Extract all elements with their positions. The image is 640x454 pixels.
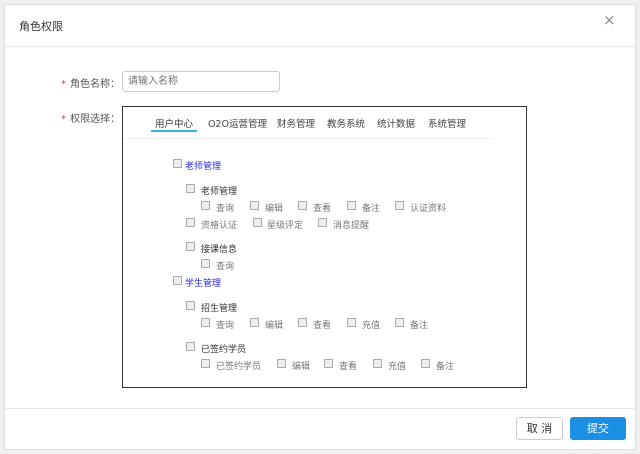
tab-user-center[interactable]: 用户中心 [151,116,198,132]
required-mark: * [61,79,66,90]
checkbox-perm[interactable] [347,318,356,327]
checkbox-perm[interactable] [373,359,382,368]
checkbox-perm[interactable] [201,259,210,268]
checkbox-group-student[interactable] [173,276,182,285]
checkbox-perm[interactable] [250,201,259,210]
submit-button[interactable]: 提交 [570,417,626,440]
close-icon[interactable]: × [603,11,616,29]
perm-label: 已签约学员 [216,362,262,372]
perm-label: 资格认证 [201,221,238,231]
checkbox-perm[interactable] [253,218,262,227]
checkbox-sub-enrollment[interactable] [186,301,195,310]
checkbox-group-teacher[interactable] [173,159,182,168]
checkbox-perm[interactable] [324,359,333,368]
header-divider [5,46,635,47]
checkbox-perm[interactable] [201,359,210,368]
checkbox-perm[interactable] [186,218,195,227]
cancel-button[interactable]: 取 消 [516,417,563,440]
checkbox-perm[interactable] [250,318,259,327]
permission-label-text: 权限选择： [70,114,120,125]
checkbox-perm[interactable] [395,201,404,210]
perm-label: 充值 [388,362,407,372]
perm-label: 备注 [362,204,381,214]
perm-label: 查询 [216,262,235,272]
checkbox-perm[interactable] [298,201,307,210]
perm-label: 查询 [216,321,235,331]
role-permission-dialog: 角色权限 × * 角色名称： * 权限选择： 用户中心 O2O运营管理 财务管理 教… [4,4,636,450]
checkbox-perm[interactable] [421,359,430,368]
checkbox-perm[interactable] [318,218,327,227]
dialog-title: 角色权限 [19,20,63,33]
group-label: 学生管理 [185,279,222,289]
perm-label: 编辑 [265,321,284,331]
perm-label: 认证资料 [410,204,447,214]
perm-label: 备注 [436,362,455,372]
tab-academic[interactable]: 教务系统 [327,116,365,130]
permission-box: 用户中心 O2O运营管理 财务管理 教务系统 统计数据 系统管理 老师管理 老师… [122,106,527,388]
group-label: 老师管理 [185,162,222,172]
permission-label: * 权限选择： [61,110,120,125]
footer-divider [5,408,635,409]
tab-finance[interactable]: 财务管理 [277,116,315,130]
sub-label: 已签约学员 [201,345,247,355]
perm-label: 查看 [339,362,358,372]
tab-statistics[interactable]: 统计数据 [377,116,415,130]
sub-label: 老师管理 [201,187,238,197]
perm-label: 充值 [362,321,381,331]
required-mark: * [61,114,66,125]
checkbox-sub-signed-students[interactable] [186,342,195,351]
checkbox-sub-teacher[interactable] [186,184,195,193]
checkbox-perm[interactable] [201,201,210,210]
checkbox-perm[interactable] [347,201,356,210]
checkbox-perm[interactable] [298,318,307,327]
role-name-label-text: 角色名称： [70,79,120,90]
checkbox-perm[interactable] [395,318,404,327]
tab-system[interactable]: 系统管理 [428,116,466,130]
sub-label: 招生管理 [201,304,238,314]
role-name-input[interactable] [122,71,280,92]
checkbox-sub-lesson-info[interactable] [186,242,195,251]
role-name-label: * 角色名称： [61,75,120,90]
perm-label: 星级评定 [267,221,304,231]
perm-label: 编辑 [292,362,311,372]
checkbox-perm[interactable] [277,359,286,368]
tab-bar: 用户中心 O2O运营管理 财务管理 教务系统 统计数据 系统管理 [123,107,493,139]
perm-label: 查看 [313,321,332,331]
checkbox-perm[interactable] [201,318,210,327]
tab-o2o[interactable]: O2O运营管理 [208,116,267,130]
perm-label: 备注 [410,321,429,331]
sub-label: 接课信息 [201,245,238,255]
perm-label: 消息提醒 [333,221,370,231]
perm-label: 查看 [313,204,332,214]
perm-label: 编辑 [265,204,284,214]
perm-label: 查询 [216,204,235,214]
